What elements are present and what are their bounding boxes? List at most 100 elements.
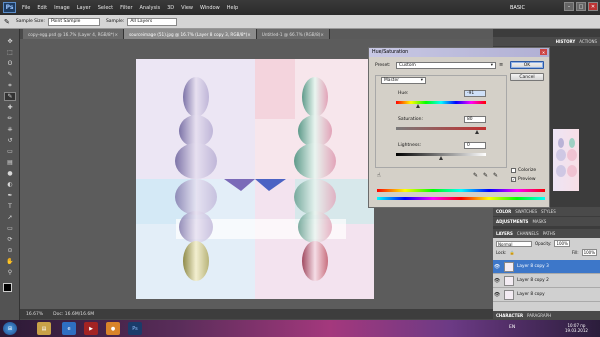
hue-slider-thumb[interactable]: [415, 104, 420, 108]
panel-tab-styles[interactable]: STYLES: [541, 209, 556, 214]
language-indicator[interactable]: EN: [509, 325, 515, 330]
preset-select[interactable]: Custom ▾: [396, 62, 496, 69]
menu-filter[interactable]: Filter: [120, 5, 132, 11]
hue-field[interactable]: -91: [464, 90, 486, 97]
3d-rotate-tool-icon[interactable]: ⟳: [4, 235, 16, 244]
image-canvas[interactable]: [136, 59, 374, 299]
fill-field[interactable]: 100%: [581, 249, 597, 256]
pen-tool-icon[interactable]: ✒: [4, 191, 16, 200]
eyedropper-minus-icon[interactable]: ✎: [493, 172, 498, 179]
menu-select[interactable]: Select: [98, 5, 113, 11]
zoom-level[interactable]: 16.67%: [26, 312, 43, 317]
workspace-switcher[interactable]: BASIC: [510, 2, 542, 13]
3d-orbit-tool-icon[interactable]: ⊙: [4, 246, 16, 255]
blur-tool-icon[interactable]: ●: [4, 169, 16, 178]
start-button-icon[interactable]: ⊞: [3, 322, 17, 335]
panel-tab-history[interactable]: HISTORY: [556, 39, 576, 44]
menu-file[interactable]: File: [22, 5, 30, 11]
close-icon[interactable]: ✕: [588, 2, 598, 11]
hand-tool-icon[interactable]: ✋: [4, 257, 16, 266]
menu-3d[interactable]: 3D: [167, 5, 174, 11]
clone-stamp-tool-icon[interactable]: ⎈: [4, 125, 16, 134]
panel-tab-masks[interactable]: MASKS: [532, 219, 546, 224]
panel-tab-paragraph[interactable]: PARAGRAPH: [527, 313, 551, 318]
visibility-eye-icon[interactable]: 👁: [493, 278, 501, 284]
panel-tab-channels[interactable]: CHANNELS: [517, 231, 539, 236]
blend-mode-select[interactable]: Normal: [496, 240, 532, 247]
hue-slider-track[interactable]: [396, 101, 486, 104]
saturation-slider-track[interactable]: [396, 127, 486, 130]
foreground-color-swatch[interactable]: [3, 283, 12, 292]
browser-icon[interactable]: e: [62, 322, 76, 335]
marquee-tool-icon[interactable]: ⬚: [4, 48, 16, 57]
panel-tab-layers[interactable]: LAYERS: [496, 231, 513, 236]
eyedropper-icon[interactable]: ✎: [473, 172, 478, 179]
panel-tab-actions[interactable]: ACTIONS: [579, 39, 597, 44]
layer-row[interactable]: 👁 Layer 8 copy: [493, 288, 600, 302]
minimize-icon[interactable]: –: [564, 2, 574, 11]
panel-tab-adjustments[interactable]: ADJUSTMENTS: [496, 219, 528, 224]
hand-adjust-icon[interactable]: ☝: [377, 172, 381, 179]
system-clock[interactable]: 10:07 пр 19.03.2012: [565, 323, 588, 333]
lasso-tool-icon[interactable]: ʘ: [4, 59, 16, 68]
panel-tab-paths[interactable]: PATHS: [543, 231, 556, 236]
eyedropper-icon[interactable]: ✎: [4, 18, 10, 26]
shape-tool-icon[interactable]: ▭: [4, 224, 16, 233]
maximize-icon[interactable]: □: [576, 2, 586, 11]
dialog-close-icon[interactable]: ✕: [540, 49, 547, 55]
brush-tool-icon[interactable]: ✏: [4, 114, 16, 123]
channel-select[interactable]: Master ▾: [381, 77, 426, 84]
history-brush-tool-icon[interactable]: ↺: [4, 136, 16, 145]
close-tab-icon[interactable]: ×: [247, 32, 251, 37]
cancel-button[interactable]: Cancel: [510, 73, 544, 81]
layer-row[interactable]: 👁 Layer 8 copy 2: [493, 274, 600, 288]
eyedropper-tool-icon[interactable]: ✎: [4, 92, 16, 101]
path-select-tool-icon[interactable]: ➚: [4, 213, 16, 222]
media-icon[interactable]: ▶: [84, 322, 98, 335]
panel-tab-swatches[interactable]: SWATCHES: [515, 209, 537, 214]
menu-layer[interactable]: Layer: [77, 5, 91, 11]
panel-tab-color[interactable]: COLOR: [496, 209, 511, 214]
photoshop-taskbar-icon[interactable]: Ps: [128, 322, 142, 335]
document-tab[interactable]: copy-egg.psd @ 16.7% (Layer 4, RGB/8*) ×: [23, 29, 124, 39]
eyedropper-plus-icon[interactable]: ✎: [483, 172, 488, 179]
opacity-field[interactable]: 100%: [554, 240, 570, 247]
document-tab[interactable]: Untitled-1 @ 66.7% (RGB/8) ×: [256, 29, 330, 39]
saturation-slider-thumb[interactable]: [474, 130, 479, 134]
preview-checkbox[interactable]: ✓ Preview: [511, 177, 536, 182]
ok-button[interactable]: OK: [510, 61, 544, 69]
visibility-eye-icon[interactable]: 👁: [493, 292, 501, 298]
type-tool-icon[interactable]: T: [4, 202, 16, 211]
menu-help[interactable]: Help: [227, 5, 238, 11]
quick-select-tool-icon[interactable]: ✎: [4, 70, 16, 79]
lightness-field[interactable]: 0: [464, 142, 486, 149]
menu-view[interactable]: View: [181, 5, 193, 11]
move-tool-icon[interactable]: ✥: [4, 37, 16, 46]
lightness-slider-thumb[interactable]: [438, 156, 443, 160]
sample-size-select[interactable]: Point Sample: [47, 17, 100, 26]
panel-tab-character[interactable]: CHARACTER: [496, 313, 523, 318]
visibility-eye-icon[interactable]: 👁: [493, 264, 501, 270]
document-tab[interactable]: sourceimage (51).jpg @ 16.7% (Layer 8 co…: [123, 29, 257, 39]
menu-analysis[interactable]: Analysis: [140, 5, 161, 11]
crop-tool-icon[interactable]: ⌗: [4, 81, 16, 90]
saturation-field[interactable]: 80: [464, 116, 486, 123]
sample-select[interactable]: All Layers: [127, 17, 178, 26]
gradient-tool-icon[interactable]: ▤: [4, 158, 16, 167]
dodge-tool-icon[interactable]: ◐: [4, 180, 16, 189]
healing-tool-icon[interactable]: ✚: [4, 103, 16, 112]
lock-icon[interactable]: 🔒: [509, 250, 514, 255]
eraser-tool-icon[interactable]: ▭: [4, 147, 16, 156]
preset-options-icon[interactable]: ≡: [499, 62, 503, 68]
menu-edit[interactable]: Edit: [37, 5, 47, 11]
firefox-icon[interactable]: ●: [106, 322, 120, 335]
history-snapshot-thumbnail[interactable]: [553, 129, 579, 191]
explorer-icon[interactable]: ▤: [37, 322, 51, 335]
close-tab-icon[interactable]: ×: [114, 32, 118, 37]
layer-row[interactable]: 👁 Layer 8 copy 3: [493, 260, 600, 274]
close-tab-icon[interactable]: ×: [320, 32, 324, 37]
menu-window[interactable]: Window: [200, 5, 220, 11]
colorize-checkbox[interactable]: Colorize: [511, 168, 536, 173]
zoom-tool-icon[interactable]: ⚲: [4, 268, 16, 277]
menu-image[interactable]: Image: [54, 5, 70, 11]
